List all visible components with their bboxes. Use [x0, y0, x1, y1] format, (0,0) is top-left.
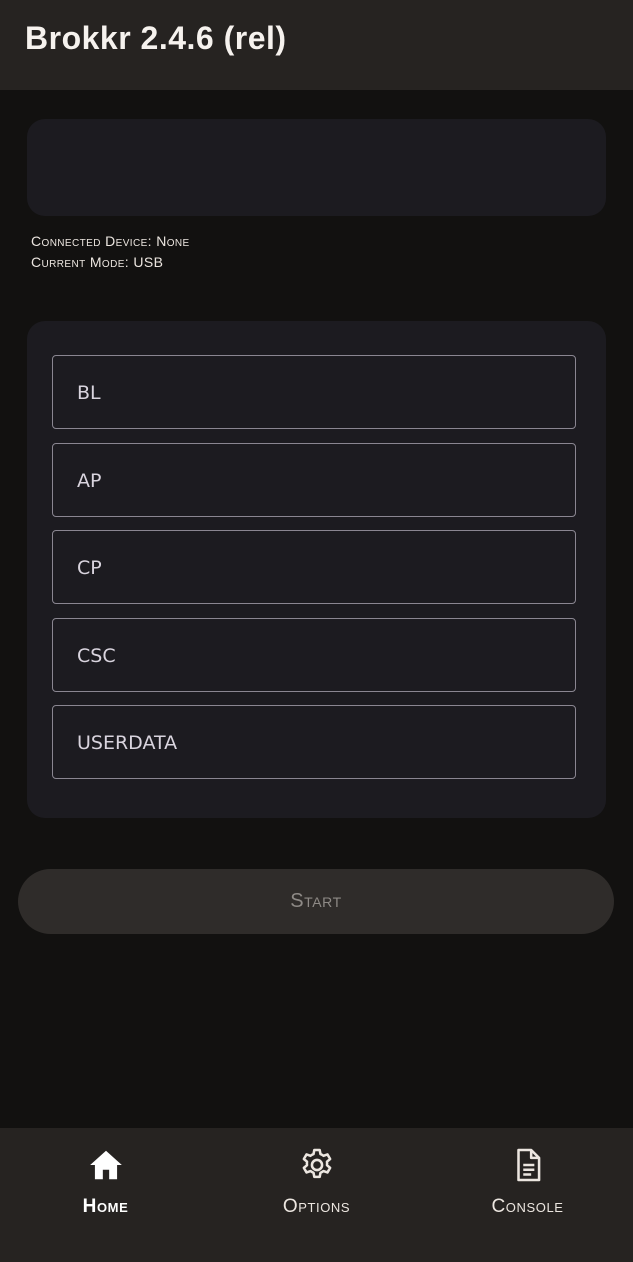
nav-item-home[interactable]: Home	[0, 1128, 211, 1262]
csc-field-label: CSC	[77, 645, 116, 667]
bottom-navigation: Home Options Console	[0, 1128, 633, 1262]
nav-label-home: Home	[82, 1196, 129, 1217]
bl-field-label: BL	[77, 382, 101, 404]
firmware-files-card: BL AP CP CSC USERDATA	[27, 321, 606, 818]
current-mode-label: Current Mode: USB	[31, 254, 164, 270]
document-icon	[509, 1146, 547, 1184]
bl-file-field[interactable]: BL	[52, 355, 576, 429]
ap-file-field[interactable]: AP	[52, 443, 576, 517]
nav-label-options: Options	[282, 1196, 351, 1217]
nav-label-console: Console	[491, 1196, 564, 1217]
csc-file-field[interactable]: CSC	[52, 618, 576, 692]
nav-item-console[interactable]: Console	[422, 1128, 633, 1262]
cp-field-label: CP	[77, 557, 102, 579]
app-title: Brokkr 2.4.6 (rel)	[25, 20, 287, 56]
ap-field-label: AP	[77, 470, 102, 492]
start-button[interactable]: Start	[18, 869, 614, 934]
cp-file-field[interactable]: CP	[52, 530, 576, 604]
userdata-file-field[interactable]: USERDATA	[52, 705, 576, 779]
connected-device-label: Connected Device: None	[31, 233, 190, 249]
top-app-bar: Brokkr 2.4.6 (rel)	[0, 0, 633, 90]
device-status-card	[27, 119, 606, 216]
gear-icon	[298, 1146, 336, 1184]
nav-item-options[interactable]: Options	[211, 1128, 422, 1262]
home-icon	[87, 1146, 125, 1184]
userdata-field-label: USERDATA	[77, 732, 178, 754]
